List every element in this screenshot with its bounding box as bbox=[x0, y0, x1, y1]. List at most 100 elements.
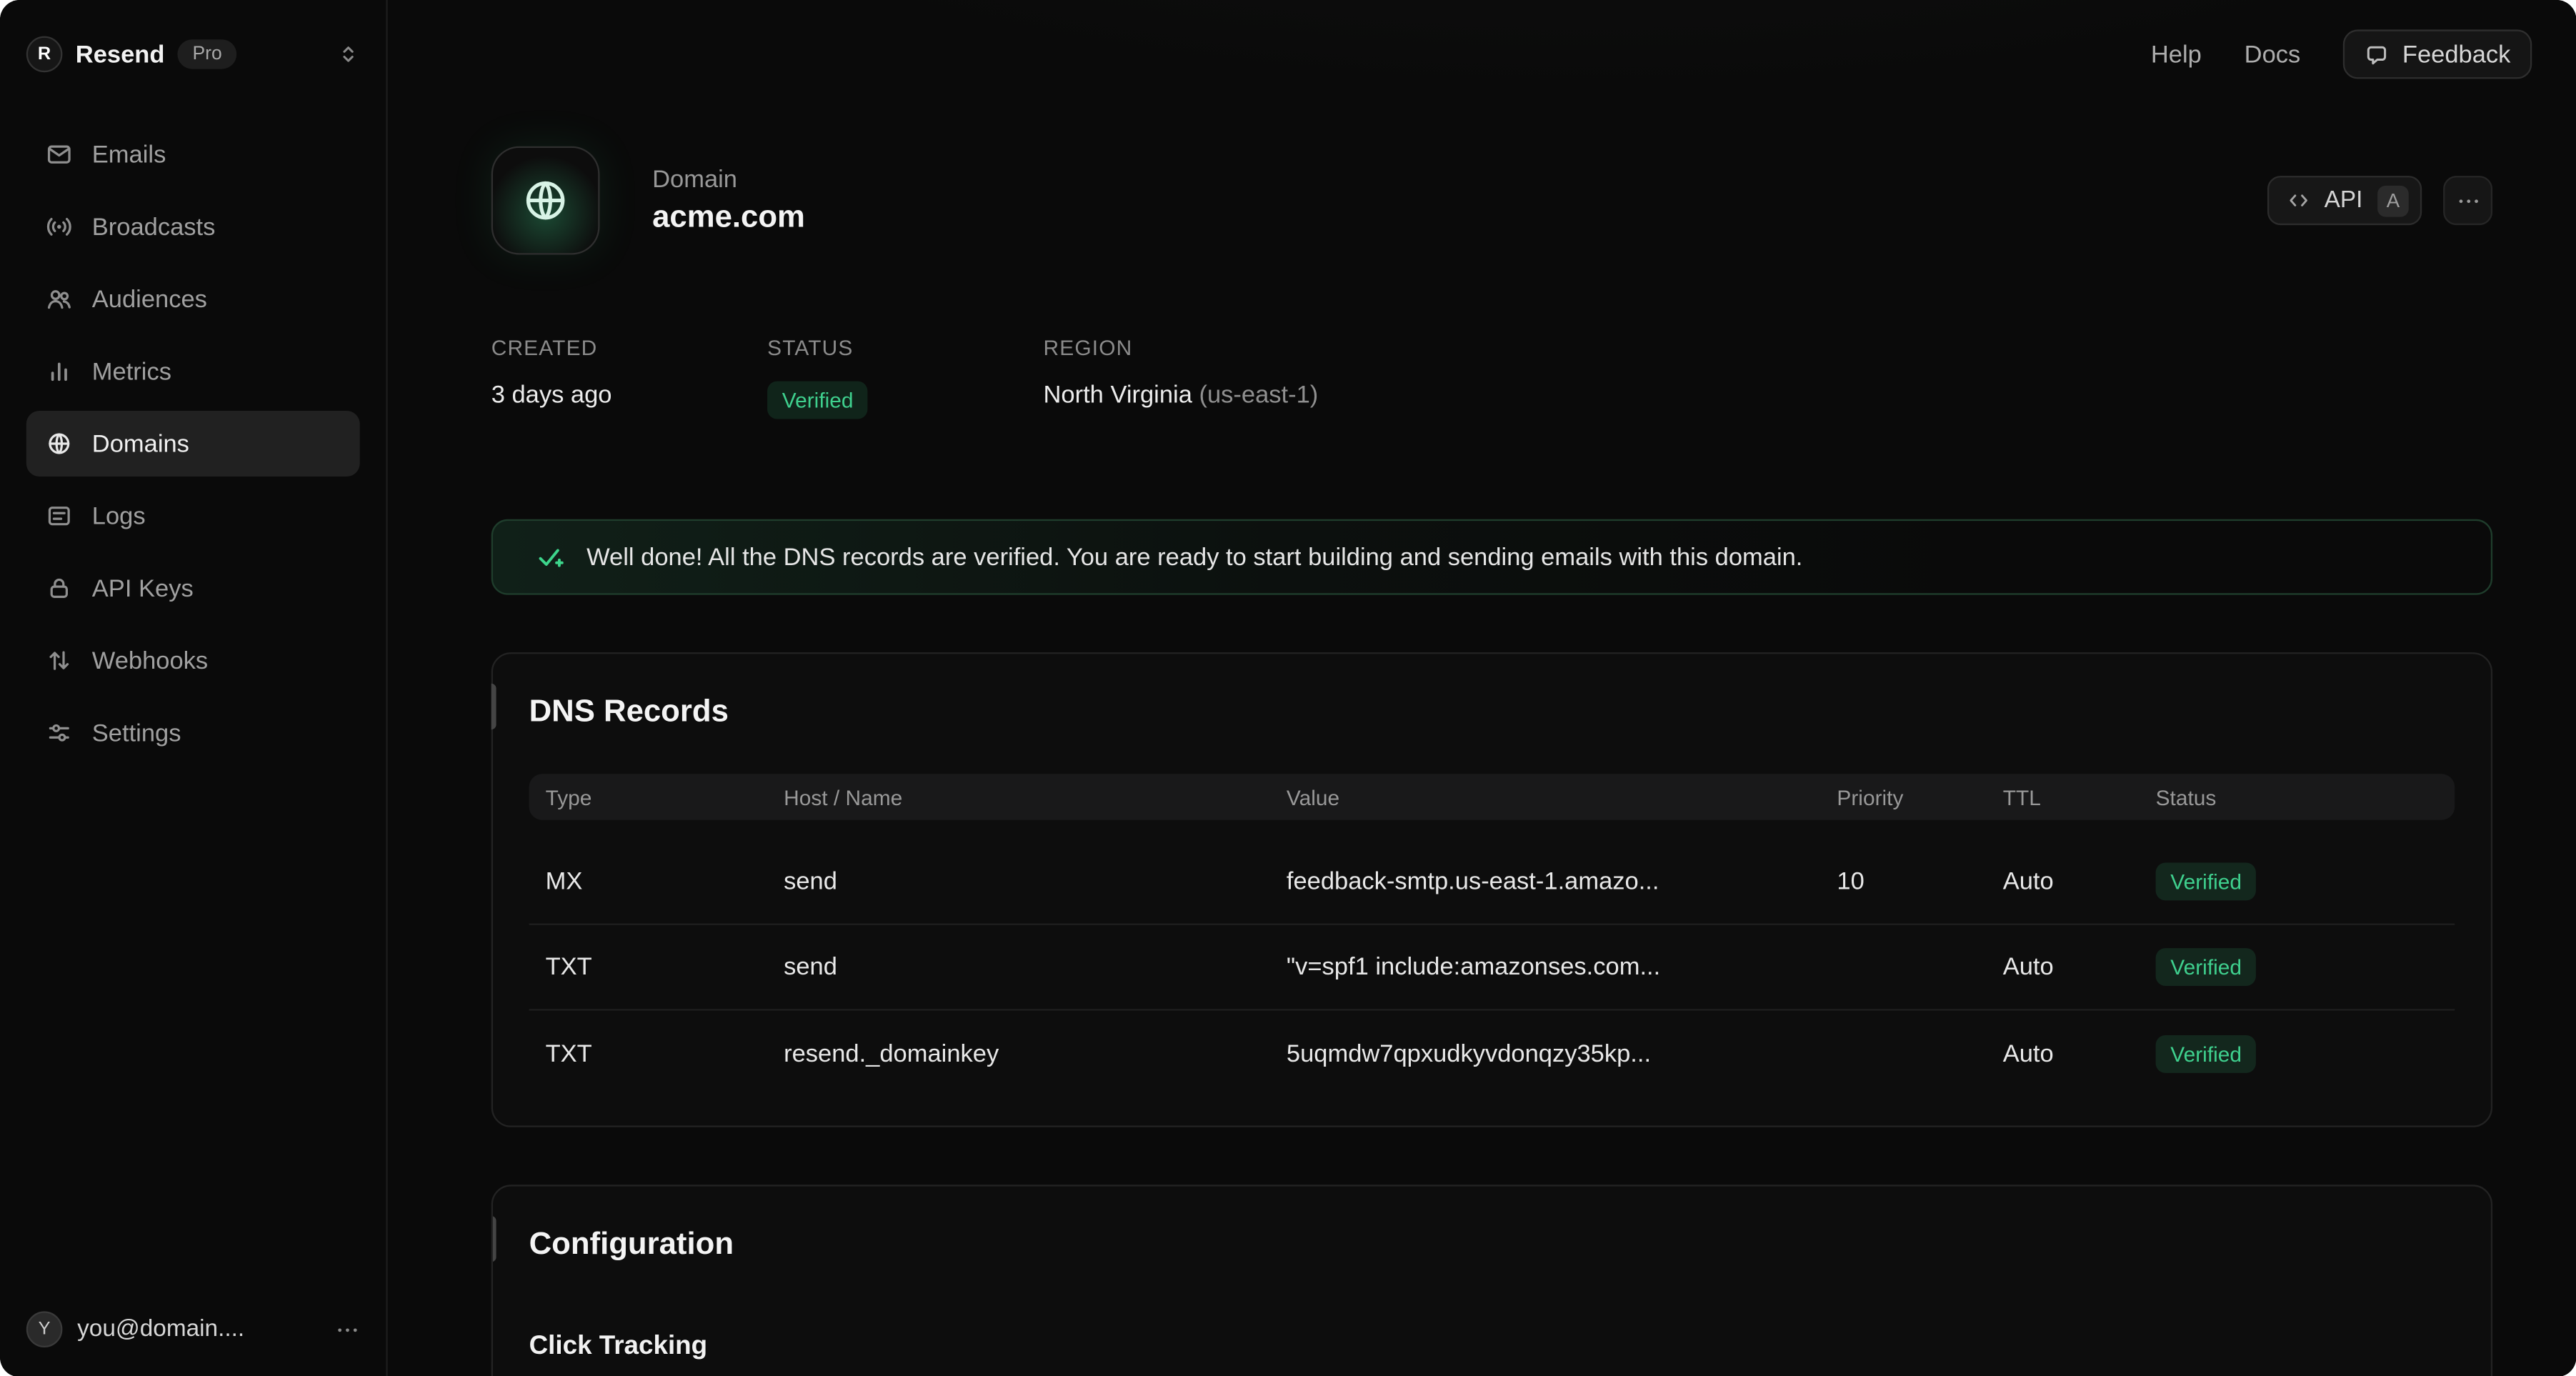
ellipsis-icon bbox=[2455, 188, 2480, 213]
status-badge: Verified bbox=[2156, 863, 2257, 901]
page-title: acme.com bbox=[652, 199, 805, 236]
cell-ttl: Auto bbox=[2003, 953, 2156, 981]
table-row: TXT send "v=spf1 include:amazonses.com..… bbox=[529, 925, 2455, 1011]
dns-table-header: Type Host / Name Value Priority TTL Stat… bbox=[529, 774, 2455, 819]
dns-records-title: DNS Records bbox=[529, 695, 2455, 732]
sidebar-item-webhooks[interactable]: Webhooks bbox=[26, 628, 360, 694]
cell-priority: 10 bbox=[1837, 867, 2002, 895]
plan-badge: Pro bbox=[178, 39, 237, 69]
sidebar-item-label: Domains bbox=[92, 429, 189, 457]
cell-value: "v=spf1 include:amazonses.com... bbox=[1287, 953, 1837, 981]
created-value: 3 days ago bbox=[491, 382, 767, 409]
region-value: North Virginia (us-east-1) bbox=[1044, 382, 1319, 409]
sidebar-item-label: Webhooks bbox=[92, 647, 208, 674]
table-row: MX send feedback-smtp.us-east-1.amazo...… bbox=[529, 839, 2455, 925]
arrows-up-down-icon bbox=[46, 647, 72, 674]
cell-value: 5uqmdw7qpxudkyvdonqzy35kp... bbox=[1287, 1040, 1837, 1067]
workspace-switcher[interactable]: R Resend Pro bbox=[26, 36, 360, 73]
sidebar-item-domains[interactable]: Domains bbox=[26, 411, 360, 477]
more-options-button[interactable] bbox=[2443, 176, 2492, 225]
list-icon bbox=[46, 503, 72, 529]
sidebar-item-label: Logs bbox=[92, 502, 146, 530]
sidebar-item-label: Audiences bbox=[92, 285, 207, 313]
bar-chart-icon bbox=[46, 358, 72, 384]
domain-avatar bbox=[491, 146, 600, 255]
status-label: STATUS bbox=[767, 335, 1043, 360]
sidebar-nav: Emails Broadcasts Audiences Metrics bbox=[26, 121, 360, 766]
sidebar-item-label: API Keys bbox=[92, 574, 194, 602]
sidebar-item-api-keys[interactable]: API Keys bbox=[26, 555, 360, 621]
click-tracking-label: Click Tracking bbox=[529, 1332, 2455, 1362]
sidebar-item-emails[interactable]: Emails bbox=[26, 121, 360, 187]
sidebar-item-audiences[interactable]: Audiences bbox=[26, 266, 360, 332]
column-status: Status bbox=[2156, 784, 2439, 809]
sidebar-item-settings[interactable]: Settings bbox=[26, 700, 360, 766]
table-row: TXT resend._domainkey 5uqmdw7qpxudkyvdon… bbox=[529, 1011, 2455, 1097]
main-content: Help Docs Feedback Domain acme.com bbox=[388, 0, 2576, 1376]
feedback-button[interactable]: Feedback bbox=[2343, 29, 2532, 79]
domain-eyebrow: Domain bbox=[652, 165, 805, 193]
cell-ttl: Auto bbox=[2003, 1040, 2156, 1067]
ellipsis-icon[interactable] bbox=[335, 1317, 360, 1342]
status-badge: Verified bbox=[767, 382, 868, 419]
sidebar-item-label: Settings bbox=[92, 719, 181, 747]
feedback-label: Feedback bbox=[2402, 40, 2511, 68]
sidebar-item-logs[interactable]: Logs bbox=[26, 483, 360, 549]
check-sparkle-icon bbox=[536, 542, 565, 572]
column-ttl: TTL bbox=[2003, 784, 2156, 809]
sidebar-item-label: Broadcasts bbox=[92, 213, 216, 241]
chat-bubble-icon bbox=[2365, 42, 2390, 67]
dns-table-body: MX send feedback-smtp.us-east-1.amazo...… bbox=[529, 839, 2455, 1125]
workspace-name: Resend bbox=[76, 40, 165, 68]
column-priority: Priority bbox=[1837, 784, 2002, 809]
region-label: REGION bbox=[1044, 335, 1319, 360]
configuration-card: Configuration Click Tracking bbox=[491, 1185, 2492, 1376]
cell-host: send bbox=[784, 867, 1287, 895]
cell-type: TXT bbox=[546, 953, 784, 981]
sidebar: R Resend Pro Emails Broadcasts bbox=[0, 0, 388, 1376]
column-host: Host / Name bbox=[784, 784, 1287, 809]
success-banner: Well done! All the DNS records are verif… bbox=[491, 519, 2492, 595]
docs-link[interactable]: Docs bbox=[2245, 40, 2301, 68]
users-icon bbox=[46, 286, 72, 312]
sidebar-item-label: Metrics bbox=[92, 357, 171, 385]
chevron-up-down-icon bbox=[337, 43, 360, 66]
created-label: CREATED bbox=[491, 335, 767, 360]
app-window: R Resend Pro Emails Broadcasts bbox=[0, 0, 2576, 1376]
domain-header: Domain acme.com API A bbox=[491, 146, 2492, 255]
status-badge: Verified bbox=[2156, 1035, 2257, 1072]
sidebar-item-metrics[interactable]: Metrics bbox=[26, 339, 360, 404]
dns-records-card: DNS Records Type Host / Name Value Prior… bbox=[491, 652, 2492, 1127]
api-button-label: API bbox=[2325, 187, 2363, 214]
sliders-icon bbox=[46, 719, 72, 746]
topbar: Help Docs Feedback bbox=[388, 0, 2576, 79]
domain-meta: CREATED 3 days ago STATUS Verified REGIO… bbox=[491, 335, 2492, 419]
cell-host: send bbox=[784, 953, 1287, 981]
column-type: Type bbox=[546, 784, 784, 809]
lock-icon bbox=[46, 575, 72, 602]
api-button[interactable]: API A bbox=[2267, 176, 2422, 225]
avatar: Y bbox=[26, 1311, 63, 1347]
cell-ttl: Auto bbox=[2003, 867, 2156, 895]
cell-value: feedback-smtp.us-east-1.amazo... bbox=[1287, 867, 1837, 895]
configuration-title: Configuration bbox=[529, 1227, 2455, 1264]
sidebar-item-label: Emails bbox=[92, 141, 166, 169]
globe-icon bbox=[521, 176, 570, 225]
globe-icon bbox=[46, 431, 72, 457]
banner-text: Well done! All the DNS records are verif… bbox=[586, 543, 1802, 571]
status-badge: Verified bbox=[2156, 948, 2257, 986]
column-value: Value bbox=[1287, 784, 1837, 809]
envelope-icon bbox=[46, 141, 72, 168]
cell-type: TXT bbox=[546, 1040, 784, 1067]
user-email: you@domain.... bbox=[77, 1316, 244, 1342]
sidebar-item-broadcasts[interactable]: Broadcasts bbox=[26, 194, 360, 259]
cell-host: resend._domainkey bbox=[784, 1040, 1287, 1067]
resend-logo: R bbox=[26, 36, 63, 73]
user-menu[interactable]: Y you@domain.... bbox=[26, 1311, 360, 1347]
broadcast-icon bbox=[46, 214, 72, 240]
api-shortcut-key: A bbox=[2377, 185, 2409, 216]
code-icon bbox=[2287, 189, 2310, 212]
help-link[interactable]: Help bbox=[2151, 40, 2202, 68]
cell-type: MX bbox=[546, 867, 784, 895]
region-code: (us-east-1) bbox=[1199, 382, 1318, 409]
